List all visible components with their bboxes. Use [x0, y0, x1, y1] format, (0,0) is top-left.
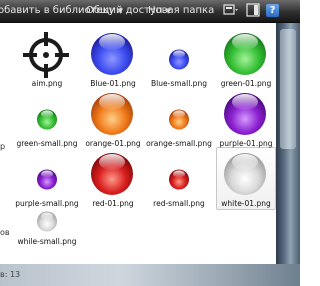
green-ball-icon [224, 33, 266, 75]
file-view: р ов aim.png Blue-01.png Blue-small.png [0, 23, 276, 264]
file-name: orange-small.png [146, 139, 212, 148]
green-ball-small-icon [37, 109, 57, 130]
toolbar: обавить в библиотеку ▼ Общий доступ ▼ Нова… [0, 0, 300, 23]
file-name: aim.png [31, 79, 63, 88]
new-folder-label: Новая папка [148, 5, 215, 16]
blue-ball-icon [91, 33, 133, 75]
file-name: white-01.png [221, 199, 271, 208]
scrollbar-thumb[interactable] [280, 29, 296, 149]
view-icon [223, 4, 238, 15]
white-ball-small-icon [37, 211, 57, 232]
orange-ball-icon [91, 93, 133, 135]
blue-ball-small-icon [169, 49, 189, 70]
sidebar-fragment: ов [0, 228, 10, 237]
preview-pane-icon [246, 3, 260, 17]
new-folder-button[interactable]: Новая папка [148, 0, 214, 22]
red-ball-icon [91, 153, 133, 195]
white-ball-icon [224, 153, 266, 195]
item-count: в: 13 [0, 270, 21, 279]
vertical-scrollbar[interactable] [276, 23, 300, 264]
orange-ball-small-icon [169, 109, 189, 130]
file-name: red-small.png [153, 199, 205, 208]
sidebar-fragment: р [0, 142, 6, 151]
view-options-button[interactable] [222, 3, 240, 19]
file-name: red-01.png [92, 199, 134, 208]
file-name: purple-small.png [15, 199, 79, 208]
file-name: green-small.png [16, 139, 78, 148]
status-bar: в: 13 [0, 264, 300, 286]
file-name: Blue-small.png [151, 79, 207, 88]
help-icon[interactable]: ? [266, 4, 279, 17]
preview-pane-button[interactable] [244, 3, 262, 19]
purple-ball-small-icon [37, 169, 57, 190]
red-ball-small-icon [169, 169, 189, 190]
purple-ball-icon [224, 93, 266, 135]
crosshair-icon [23, 32, 69, 78]
file-name: while-small.png [17, 237, 77, 246]
